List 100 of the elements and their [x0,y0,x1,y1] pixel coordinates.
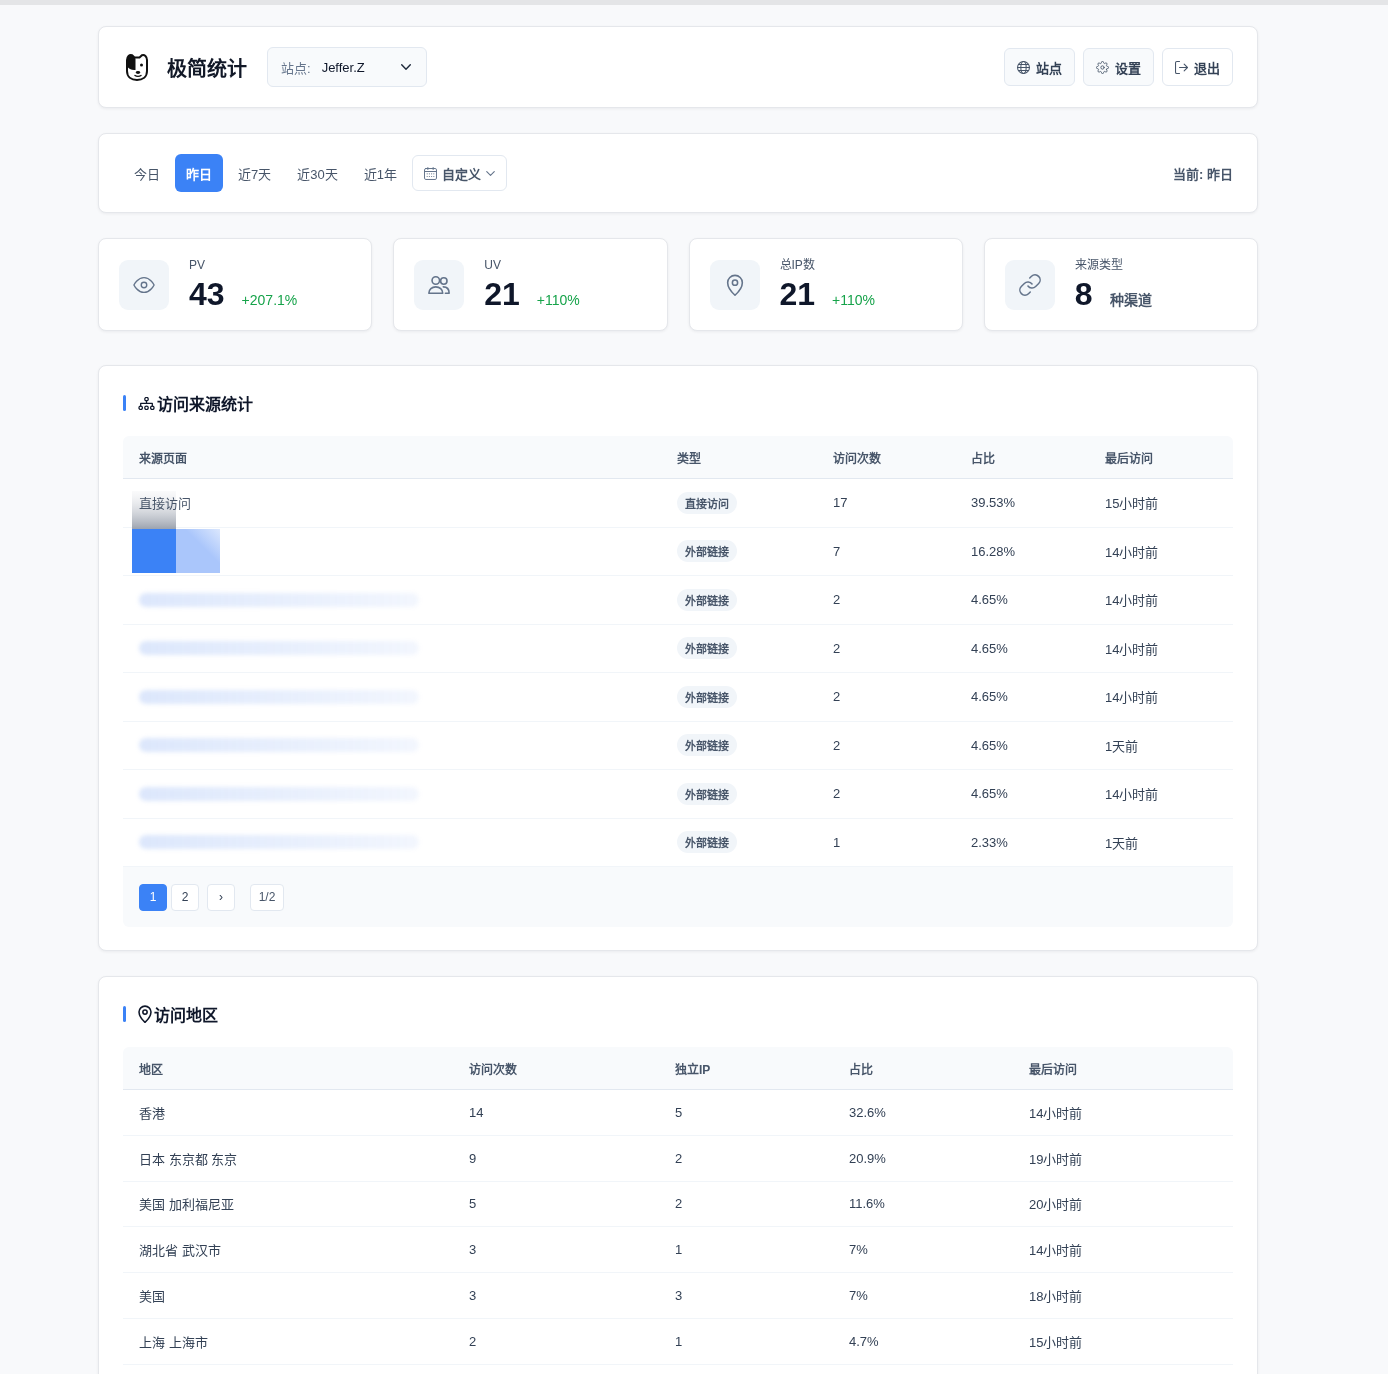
eye-icon [119,259,169,310]
map-pin-icon [138,1005,152,1023]
stat-label: UV [484,257,502,272]
column-header: 占比 [970,450,996,468]
table-cell-text: 20小时前 [1028,1196,1084,1215]
table-cell-text: 14小时前 [1104,689,1160,708]
growth-rate: +110% [832,291,876,308]
stat-label: 来源类型 [1074,257,1124,272]
stat-value: 21 [779,275,816,312]
table-cell-text: 美国 [138,1288,166,1307]
table-cell-text: 14小时前 [1104,640,1160,659]
table-cell-text: 4.65% [970,785,1009,804]
table-cell-text: 14小时前 [1028,1104,1084,1123]
unit-label: 种渠道 [1109,290,1152,309]
globe-icon [1017,60,1030,74]
table-cell-text: 2 [832,639,842,658]
table-cell-text: 11.6% [848,1195,886,1214]
page-button[interactable]: 1 [139,883,167,911]
sites-button[interactable]: 站点 [1004,48,1075,86]
settings-button[interactable]: 设置 [1083,48,1154,86]
table-cell-text: 20.9% [848,1149,887,1168]
column-header: 来源页面 [138,450,188,468]
settings-icon [1096,60,1109,74]
column-header: 占比 [848,1061,874,1079]
table-cell-text: 39.53% [970,494,1017,513]
table-cell-text: 直接访问 [138,495,192,514]
table-cell-text: 2 [674,1195,684,1214]
logout-button[interactable]: 退出 [1162,48,1233,86]
page-indicator: 1/2 [250,883,284,911]
site-select[interactable]: 站点: Jeffer.Z [267,47,427,87]
date-range-tab[interactable]: 今日 [123,154,171,192]
type-badge: 外部链接 [677,685,737,708]
current-range-label: 当前: 昨日 [1173,165,1233,183]
table-cell-text: 日本 东京都 东京 [138,1150,239,1169]
type-badge: 外部链接 [677,540,737,563]
column-header: 访问次数 [468,1061,518,1079]
table-cell-text: 2 [832,688,842,707]
table-cell-text: 7% [848,1241,869,1260]
type-badge: 外部链接 [677,782,737,805]
table-cell-text: 14小时前 [1104,543,1160,562]
next-page-button[interactable]: › [207,883,235,911]
date-range-tab[interactable]: 昨日 [175,154,223,192]
table-cell-text: 4.65% [970,688,1009,707]
type-badge: 外部链接 [677,637,737,660]
stat-value: 21 [484,275,520,312]
growth-rate: +110% [536,291,580,308]
table-cell-text: 18小时前 [1028,1288,1084,1307]
date-range-tab[interactable]: 近7天 [227,154,283,192]
table-cell-text: 2 [468,1332,478,1351]
table-cell-text: 1天前 [1104,834,1140,853]
table-cell-text: 14小时前 [1104,786,1160,805]
table-cell-text: 4.65% [970,639,1009,658]
table-cell-text: 2 [832,785,842,804]
page-button[interactable]: 2 [171,883,199,911]
table-cell-text: 1 [674,1241,684,1260]
date-range-tab[interactable]: 近30天 [286,154,349,192]
panel-title: 访问地区 [154,1005,218,1026]
table-cell-text: 1天前 [1104,737,1140,756]
table-cell-text: 7% [848,1287,869,1306]
table-cell-text: 15小时前 [1104,495,1160,514]
table-cell-text: 3 [468,1287,478,1306]
type-badge: 直接访问 [677,491,737,514]
table-cell-text: 2.33% [970,833,1009,852]
chevron-down-icon [401,64,411,70]
table-cell-text: 32.6% [848,1103,887,1122]
custom-range-dropdown[interactable]: 自定义 [411,155,507,191]
chevron-down-icon [485,170,495,176]
column-header: 访问次数 [832,450,882,468]
table-cell-text: 2 [832,591,842,610]
type-badge: 外部链接 [677,734,737,757]
link-icon [1004,259,1055,310]
stat-label: 总IP数 [779,257,816,272]
table-cell-text: 美国 加利福尼亚 [138,1196,235,1215]
app-title: 极简统计 [167,56,247,82]
table-cell-text: 湖北省 武汉市 [138,1242,222,1261]
table-cell-text: 1 [832,833,842,852]
map-pin-icon [709,259,760,310]
stat-value: 43 [189,275,225,312]
table-cell-text: 3 [674,1287,684,1306]
table-cell-text: 7 [832,542,842,561]
table-cell-text: 4.7% [848,1332,880,1351]
title-accent-bar [123,395,126,411]
column-header: 最后访问 [1104,450,1154,468]
type-badge: 外部链接 [677,831,737,854]
table-cell-text: 2 [832,736,842,755]
table-cell-text: 14小时前 [1028,1242,1084,1261]
table-cell-text: 9 [468,1149,478,1168]
type-badge: 外部链接 [677,588,737,611]
table-cell-text: 16.28% [970,542,1017,561]
table-cell-text: 14小时前 [1104,592,1160,611]
date-range-tab[interactable]: 近1年 [352,154,408,192]
column-header: 类型 [676,450,702,468]
stat-label: PV [189,257,206,272]
dog-logo-icon [124,53,150,81]
growth-rate: +207.1% [241,291,298,308]
logout-icon [1175,60,1188,74]
table-cell-text: 3 [468,1241,478,1260]
table-cell-text: 14 [468,1103,485,1122]
table-cell-text: 上海 上海市 [138,1333,209,1352]
table-cell-text: 1 [674,1332,684,1351]
